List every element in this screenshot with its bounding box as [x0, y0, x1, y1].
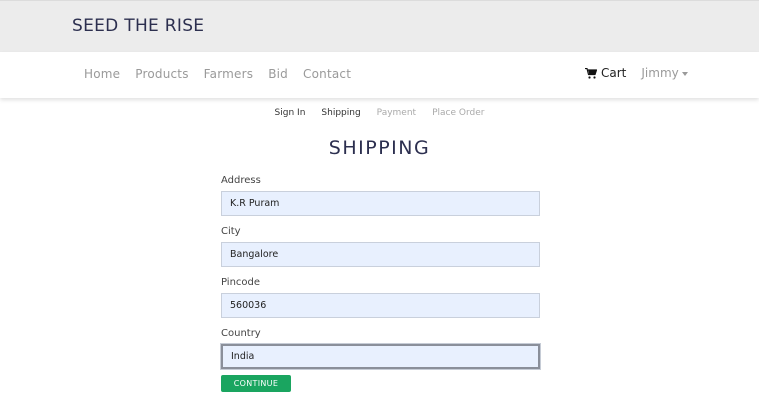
address-input[interactable]: [221, 191, 540, 216]
address-label: Address: [221, 175, 261, 186]
step-shipping[interactable]: Shipping: [321, 108, 360, 118]
brand-header: SEED THE RISE: [0, 0, 759, 52]
country-label: Country: [221, 328, 261, 339]
nav-link-products[interactable]: Products: [135, 67, 188, 81]
city-label: City: [221, 226, 241, 237]
nav-link-farmers[interactable]: Farmers: [204, 67, 254, 81]
city-input[interactable]: [221, 242, 540, 267]
user-dropdown[interactable]: Jimmy: [641, 66, 688, 80]
step-payment: Payment: [376, 108, 417, 118]
step-sign-in[interactable]: Sign In: [275, 108, 306, 118]
step-place-order: Place Order: [432, 108, 485, 118]
nav-right: Cart Jimmy: [585, 66, 688, 80]
continue-button[interactable]: CONTINUE: [221, 375, 291, 392]
pincode-label: Pincode: [221, 277, 261, 288]
user-name: Jimmy: [641, 66, 679, 80]
nav-link-contact[interactable]: Contact: [303, 67, 351, 81]
nav-link-home[interactable]: Home: [84, 67, 120, 81]
shipping-form: Address City Pincode Country CONTINUE: [221, 175, 541, 392]
checkout-steps: Sign In Shipping Payment Place Order: [0, 108, 759, 118]
cart-label: Cart: [601, 66, 627, 80]
page-title: SHIPPING: [328, 137, 431, 159]
shopping-cart-icon: [585, 67, 597, 79]
cart-link[interactable]: Cart: [585, 66, 626, 80]
nav-links: Home Products Farmers Bid Contact: [84, 67, 366, 81]
country-input[interactable]: [221, 344, 540, 369]
pincode-input[interactable]: [221, 293, 540, 318]
chevron-down-icon: [681, 71, 688, 76]
brand-title[interactable]: SEED THE RISE: [72, 16, 204, 36]
main-navbar: Home Products Farmers Bid Contact Cart J…: [0, 52, 759, 98]
nav-link-bid[interactable]: Bid: [268, 67, 288, 81]
